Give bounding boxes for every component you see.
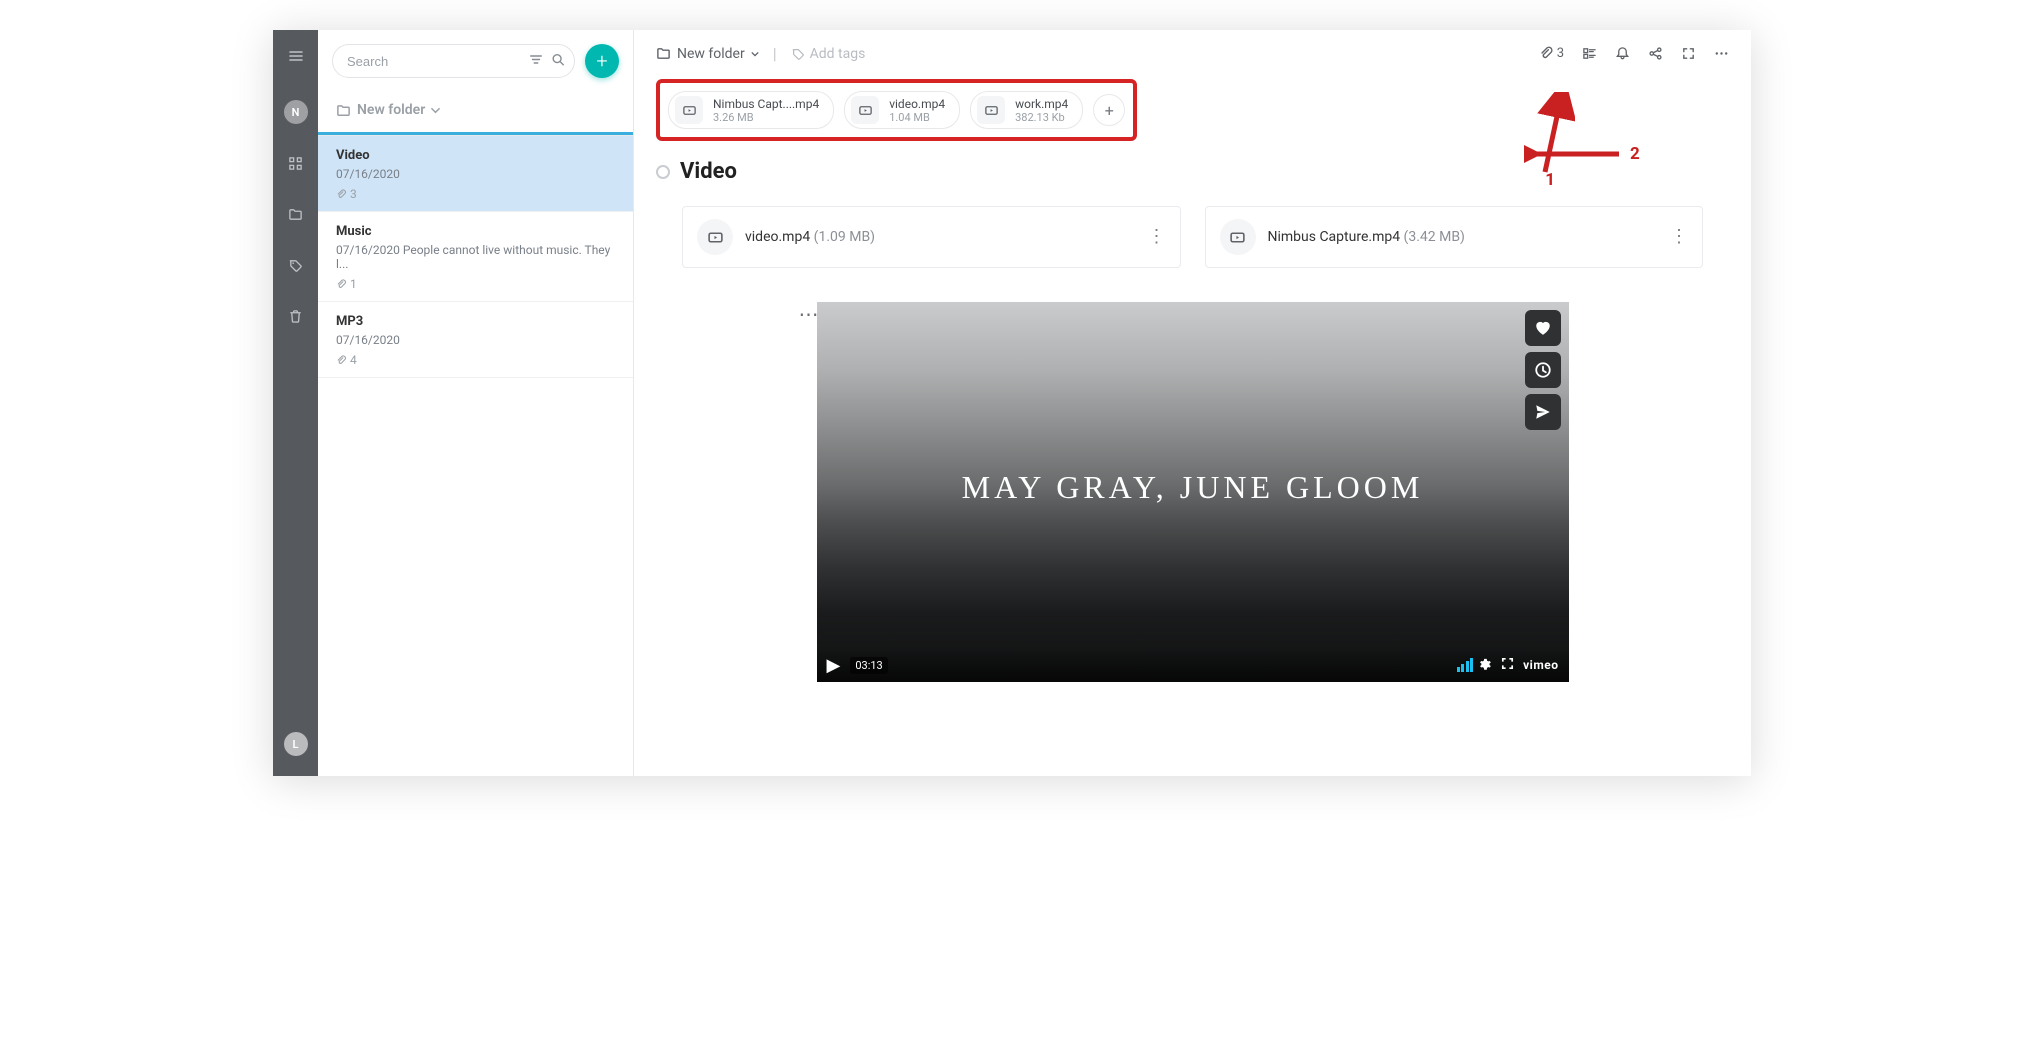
video-file-icon [977,96,1005,124]
search-icon[interactable] [551,52,565,71]
note-item-title: MP3 [336,314,615,329]
share-icon[interactable] [1648,46,1663,61]
note-list-item[interactable]: Music 07/16/2020 People cannot live witho… [318,212,633,302]
video-embed[interactable]: ⋯ MAY GRAY, JUNE GLOOM ▶ 03:13 vimeo [817,302,1569,682]
note-item-date: 07/16/2020 [336,167,615,181]
video-file-icon [1220,219,1256,255]
volume-icon[interactable] [1457,658,1474,672]
icon-rail: N L [273,30,318,776]
chevron-down-icon [751,50,759,58]
attachment-chip[interactable]: work.mp4382.13 Kb [970,91,1083,129]
note-list-item[interactable]: MP3 07/16/2020 4 [318,302,633,378]
chip-filesize: 3.26 MB [713,111,819,124]
sidebar-breadcrumb[interactable]: New folder [318,78,633,132]
note-item-title: Video [336,148,615,163]
attachments-count: 3 [1557,46,1564,61]
add-attachment-button[interactable]: + [1093,94,1125,126]
note-item-date: 07/16/2020 People cannot live without mu… [336,243,615,271]
chip-filesize: 382.13 Kb [1015,111,1068,124]
paperclip-icon [1539,46,1554,61]
main-header: New folder | Add tags 3 [634,30,1751,63]
tag-icon [791,47,805,61]
paperclip-icon [336,279,347,290]
tag-icon[interactable] [288,258,303,277]
app-shell: N L + New folde [273,30,1751,776]
video-side-buttons [1525,310,1561,430]
attachments-button[interactable]: 3 [1539,46,1564,61]
file-card-more-icon[interactable]: ⋮ [1670,228,1688,246]
share-video-icon[interactable] [1525,394,1561,430]
notes-list: Video 07/16/2020 3 Music 07/16/2020 People c… [318,136,633,378]
divider: | [773,44,777,63]
header-folder-label: New folder [677,46,745,62]
chip-filename: video.mp4 [889,97,945,111]
note-item-attach: 4 [336,353,615,367]
add-tags-label: Add tags [810,46,866,62]
video-provider-label: vimeo [1523,658,1558,672]
folder-icon [656,46,671,61]
note-item-attach: 3 [336,187,615,201]
more-icon[interactable] [1714,46,1729,61]
add-note-button[interactable]: + [585,44,619,78]
chip-filesize: 1.04 MB [889,111,945,124]
menu-icon[interactable] [288,48,304,68]
folder-icon[interactable] [288,207,303,226]
note-title-row: Video [634,141,1751,184]
video-file-icon [697,219,733,255]
add-tags-button[interactable]: Add tags [791,46,866,62]
like-icon[interactable] [1525,310,1561,346]
header-actions: 3 [1539,46,1729,61]
video-overlay-title: MAY GRAY, JUNE GLOOM [817,469,1569,506]
bell-icon[interactable] [1615,46,1630,61]
file-card-more-icon[interactable]: ⋮ [1148,228,1166,246]
chip-filename: Nimbus Capt....mp4 [713,97,819,111]
fullscreen-video-icon[interactable] [1500,656,1515,674]
file-card-name: Nimbus Capture.mp4 (3.42 MB) [1268,229,1465,245]
fullscreen-icon[interactable] [1681,46,1696,61]
video-frame: MAY GRAY, JUNE GLOOM ▶ 03:13 vimeo [817,302,1569,682]
attachment-chip[interactable]: Nimbus Capt....mp43.26 MB [668,91,834,129]
filter-icon[interactable] [529,52,543,71]
main-pane: New folder | Add tags 3 [634,30,1751,776]
todo-circle-icon[interactable] [656,165,670,179]
sidebar-breadcrumb-label: New folder [357,102,425,118]
watch-later-icon[interactable] [1525,352,1561,388]
attachment-chips-annotated-box: Nimbus Capt....mp43.26 MB video.mp41.04 M… [656,79,1137,141]
attachment-chip[interactable]: video.mp41.04 MB [844,91,960,129]
video-file-icon [675,96,703,124]
video-controls: ▶ 03:13 vimeo [817,648,1569,682]
note-item-date: 07/16/2020 [336,333,615,347]
header-folder-crumb[interactable]: New folder [656,46,759,62]
note-title[interactable]: Video [680,159,737,184]
paperclip-icon [336,189,347,200]
file-card[interactable]: video.mp4 (1.09 MB) ⋮ [682,206,1181,268]
settings-gear-icon[interactable] [1477,656,1492,674]
file-card[interactable]: Nimbus Capture.mp4 (3.42 MB) ⋮ [1205,206,1704,268]
play-icon[interactable]: ▶ [827,655,841,676]
note-list-item[interactable]: Video 07/16/2020 3 [318,136,633,212]
list-view-icon[interactable] [1582,46,1597,61]
video-file-icon [851,96,879,124]
sidebar: + New folder Video 07/16/2020 3 Music 07/16/… [318,30,634,776]
workspace-avatar[interactable]: N [284,100,308,124]
file-cards-row: video.mp4 (1.09 MB)⋮Nimbus Capture.mp4 (… [634,184,1751,268]
user-avatar[interactable]: L [284,732,308,756]
trash-icon[interactable] [288,309,303,328]
note-item-title: Music [336,224,615,239]
grid-icon[interactable] [288,156,303,175]
file-card-name: video.mp4 (1.09 MB) [745,229,875,245]
paperclip-icon [336,355,347,366]
note-item-attach: 1 [336,277,615,291]
chip-filename: work.mp4 [1015,97,1068,111]
attachment-chips-row: Nimbus Capt....mp43.26 MB video.mp41.04 M… [634,63,1751,141]
video-duration: 03:13 [850,657,887,674]
